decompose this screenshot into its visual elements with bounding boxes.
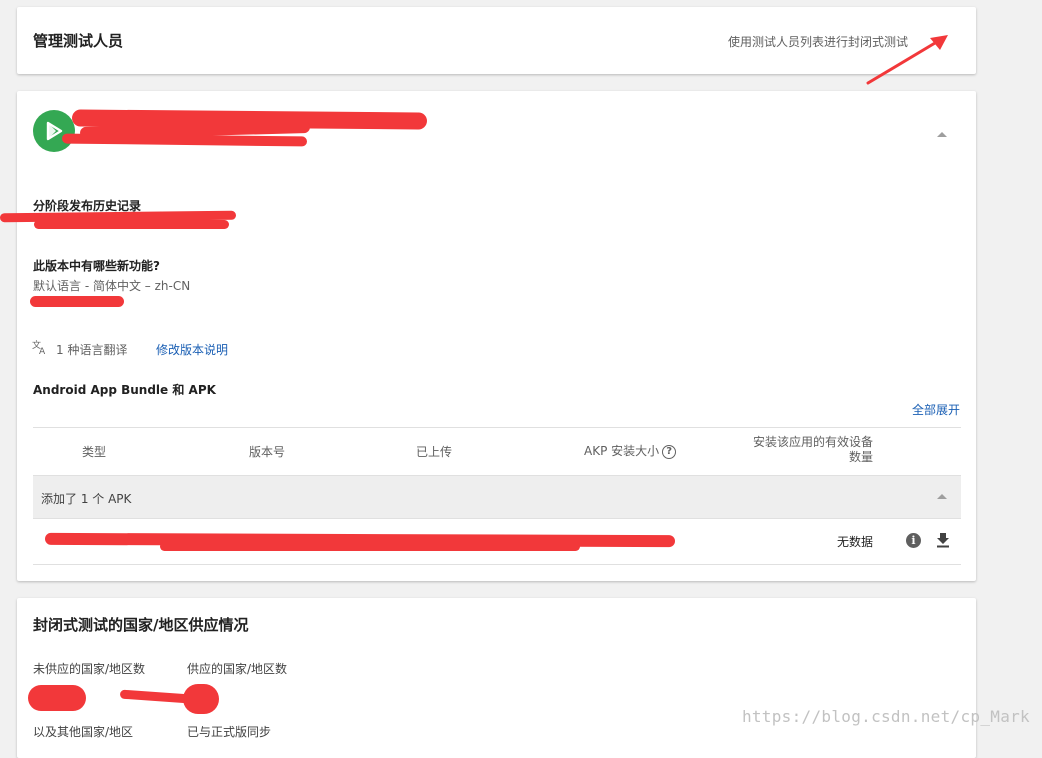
annotation-arrow-icon [866, 35, 948, 85]
redaction-scribble [28, 685, 86, 711]
edit-release-notes-link[interactable]: 修改版本说明 [156, 341, 228, 358]
column-install-size: AKP 安装大小? [584, 442, 677, 459]
translations-count: 1 种语言翻译 [56, 343, 128, 357]
other-countries-label: 以及其他国家/地区 [33, 725, 134, 739]
download-icon[interactable] [936, 532, 950, 548]
release-card: 分阶段发布历史记录 此版本中有哪些新功能? 默认语言 - 简体中文 – zh-C… [17, 91, 976, 581]
app-icon [33, 110, 75, 152]
unavailable-countries-label: 未供应的国家/地区数 [33, 662, 146, 676]
redaction-scribble [34, 220, 229, 229]
apk-group-label: 添加了 1 个 APK [41, 492, 132, 506]
manage-testers-card: 管理测试人员 使用测试人员列表进行封闭式测试 [17, 7, 976, 74]
svg-text:A: A [39, 347, 46, 355]
help-icon[interactable]: ? [662, 444, 677, 459]
table-divider [33, 427, 961, 428]
column-active-devices: 安装该应用的有效设备 数量 [753, 435, 873, 465]
column-version: 版本号 [249, 445, 286, 459]
redaction-scribble [183, 684, 219, 714]
apk-group-row[interactable]: 添加了 1 个 APK [33, 475, 961, 519]
availability-card: 封闭式测试的国家/地区供应情况 未供应的国家/地区数 供应的国家/地区数 以及其… [17, 598, 976, 758]
column-uploaded: 已上传 [416, 445, 453, 459]
expand-all-link[interactable]: 全部展开 [912, 401, 960, 418]
available-countries-label: 供应的国家/地区数 [187, 662, 288, 676]
column-active-devices-line1: 安装该应用的有效设备 [752, 435, 873, 449]
collapse-group-icon[interactable] [937, 494, 947, 499]
default-language: 默认语言 - 简体中文 – zh-CN [33, 279, 191, 293]
column-install-size-label: AKP 安装大小 [584, 444, 660, 458]
manage-testers-title: 管理测试人员 [33, 32, 124, 50]
info-icon[interactable]: i [906, 533, 921, 548]
synced-label: 已与正式版同步 [187, 725, 272, 739]
redaction-scribble [30, 296, 124, 307]
redaction-scribble [160, 542, 580, 551]
collapse-icon[interactable] [937, 132, 947, 137]
whats-new-label: 此版本中有哪些新功能? [33, 259, 160, 273]
column-type: 类型 [82, 445, 107, 459]
no-data-label: 无数据 [836, 535, 873, 549]
translate-icon: 文 A [32, 339, 46, 355]
column-active-devices-line2: 数量 [848, 450, 873, 464]
availability-title: 封闭式测试的国家/地区供应情况 [33, 616, 249, 634]
bundle-title: Android App Bundle 和 APK [33, 383, 216, 397]
watermark: https://blog.csdn.net/cp_Mark [741, 707, 1030, 726]
